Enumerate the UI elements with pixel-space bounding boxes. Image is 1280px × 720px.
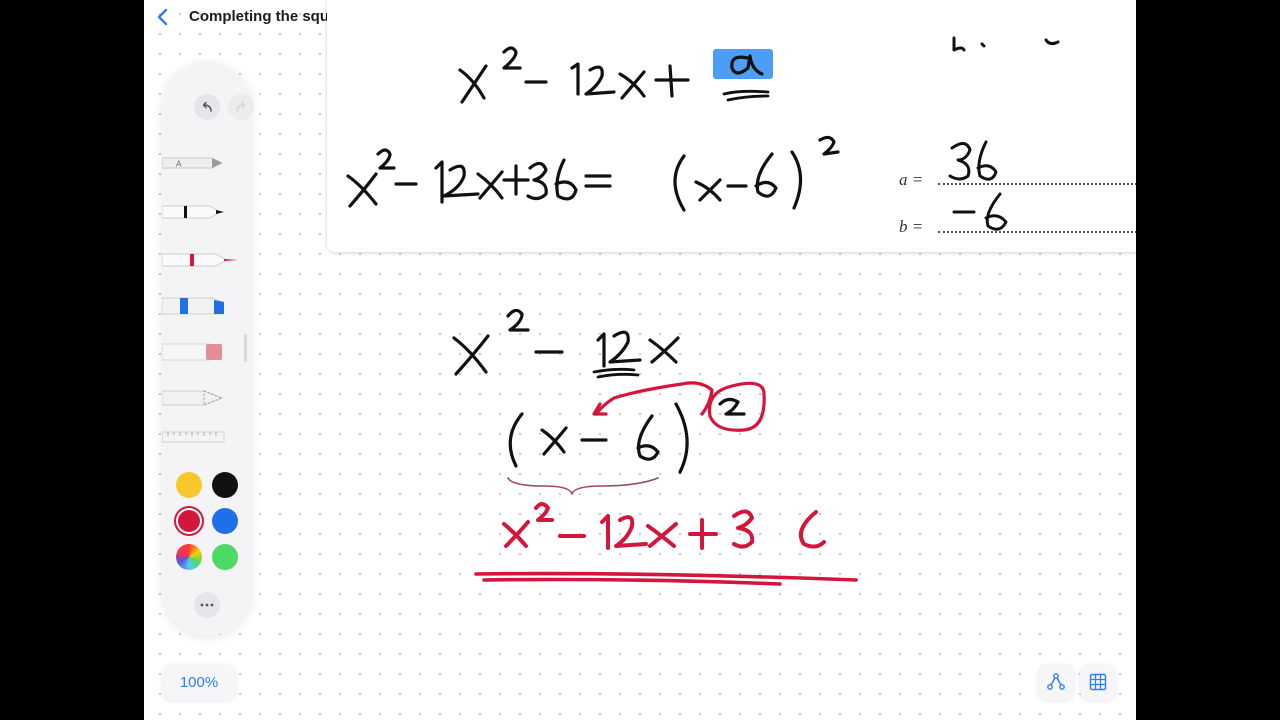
red-pen-tool[interactable] <box>162 248 242 272</box>
tool-palette: A <box>162 62 254 636</box>
canvas-screen[interactable]: Completing the square a = b = A 100% <box>144 0 1136 720</box>
ink-binomial <box>508 402 689 474</box>
grid-icon <box>1089 673 1107 691</box>
svg-text:A: A <box>176 160 182 169</box>
worksheet-image[interactable]: a = b = <box>327 0 1136 252</box>
color-blue[interactable] <box>212 508 238 534</box>
answer-line-b <box>938 231 1136 233</box>
lasso-nodes-button[interactable] <box>1038 664 1074 700</box>
color-yellow[interactable] <box>176 472 202 498</box>
color-black[interactable] <box>212 472 238 498</box>
ink-brace <box>507 477 659 495</box>
ruler-tool[interactable] <box>162 424 242 448</box>
undo-arrow-icon <box>202 101 212 112</box>
chevron-left-icon <box>157 8 168 26</box>
color-wheel-picker[interactable] <box>176 544 202 570</box>
back-button[interactable] <box>150 4 176 30</box>
fineliner-tool[interactable] <box>162 200 242 224</box>
more-options-button[interactable] <box>194 592 220 618</box>
ink-expression-middle <box>452 308 680 379</box>
highlighter-tool[interactable] <box>162 294 242 318</box>
lasso-nodes-icon <box>1047 673 1065 690</box>
label-b: b = <box>899 217 924 236</box>
color-red-selected[interactable] <box>176 508 202 534</box>
redo-button[interactable] <box>228 94 254 120</box>
zoom-level-button[interactable]: 100% <box>162 664 236 700</box>
eraser-tool[interactable] <box>162 340 242 364</box>
color-green[interactable] <box>212 544 238 570</box>
ink-expression-result <box>502 502 826 550</box>
grid-button[interactable] <box>1080 664 1116 700</box>
answer-line-a <box>938 183 1136 185</box>
undo-button[interactable] <box>194 94 220 120</box>
ellipsis-icon <box>200 603 214 607</box>
palette-scroll-handle[interactable] <box>244 334 247 362</box>
ink-red-annotations <box>592 381 766 432</box>
pen-tool[interactable]: A <box>162 152 242 176</box>
ink-red-underline <box>474 571 858 586</box>
redo-arrow-icon <box>236 101 246 112</box>
lasso-tool[interactable] <box>162 386 242 410</box>
label-a: a = <box>899 170 924 189</box>
